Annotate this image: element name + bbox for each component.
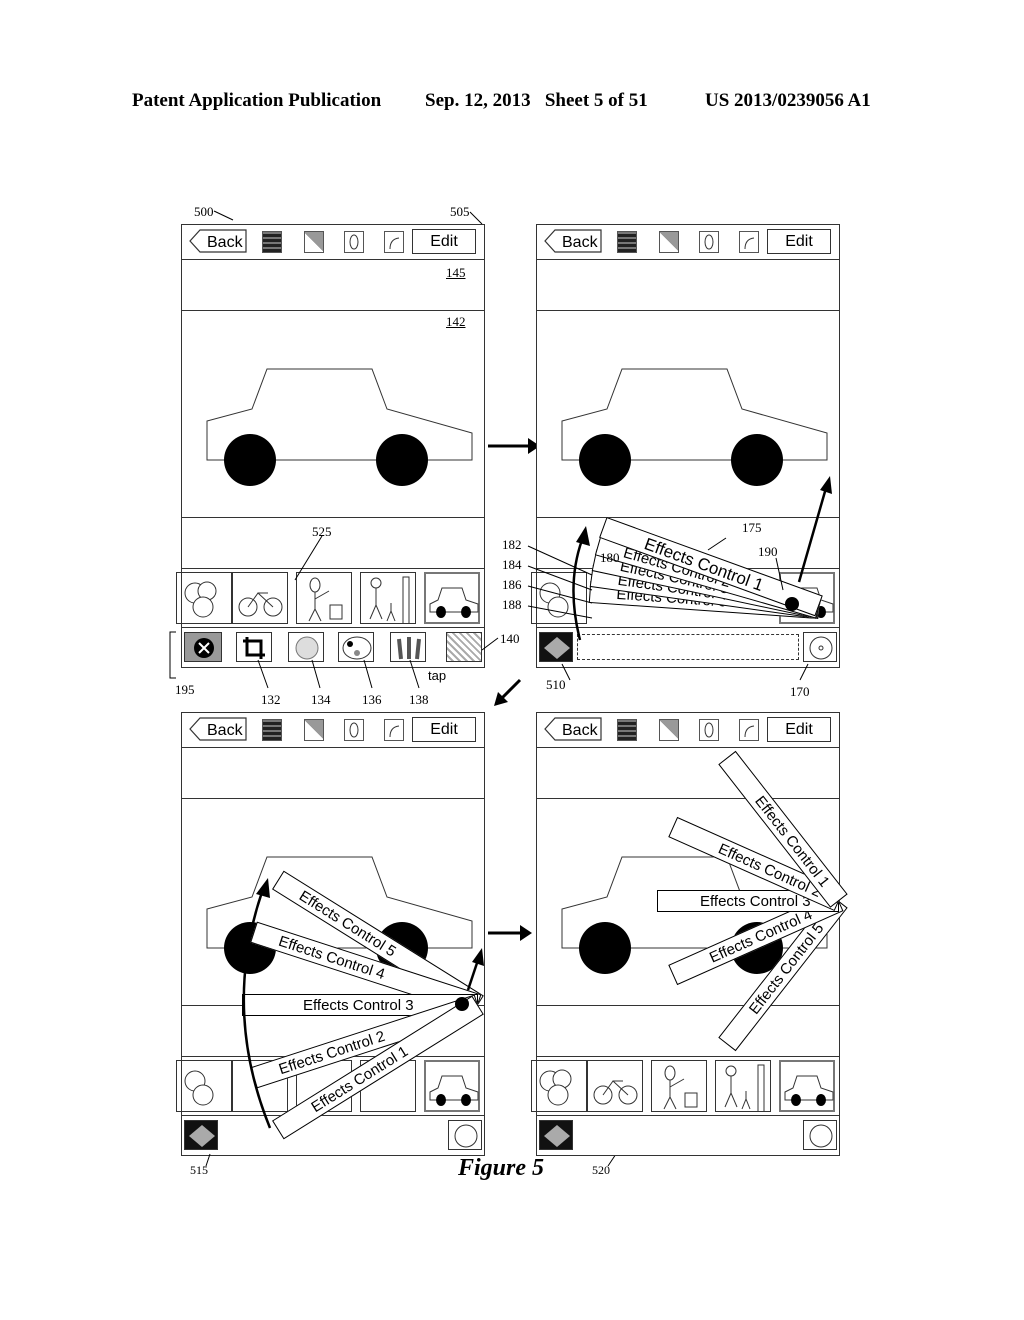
settings-dial-icon[interactable] xyxy=(803,1120,837,1150)
tools-bar xyxy=(537,1117,839,1151)
top-toolbar: Back Edit xyxy=(537,713,839,748)
ref-520: 520 xyxy=(592,1163,610,1177)
thumbnail-bicycle[interactable] xyxy=(587,1060,643,1112)
thumbnail-strip xyxy=(531,1057,839,1116)
back-button[interactable]: Back xyxy=(544,717,602,741)
thumbnail-car-selected[interactable] xyxy=(779,1060,835,1112)
compare-icon[interactable] xyxy=(659,719,679,741)
ref-515: 515 xyxy=(190,1163,208,1177)
blank-area xyxy=(537,1006,839,1057)
info-area xyxy=(537,748,839,799)
pivot-handle xyxy=(455,997,469,1011)
device-panel-520: Back Edit Effects Control 5 Effects Cont… xyxy=(531,712,848,1156)
thumbnail-person[interactable] xyxy=(651,1060,707,1112)
effects-tool-active-icon[interactable] xyxy=(539,1120,573,1150)
panel-515-annotations xyxy=(205,878,617,1167)
info-icon[interactable] xyxy=(699,719,719,741)
grid-view-icon[interactable] xyxy=(617,719,637,741)
thumbnail-family[interactable] xyxy=(715,1060,771,1112)
rotate-icon[interactable] xyxy=(739,719,759,741)
edit-button[interactable]: Edit xyxy=(767,717,831,742)
back-label: Back xyxy=(562,722,599,739)
figure-caption: Figure 5 xyxy=(458,1155,545,1181)
thumbnail-clouds[interactable] xyxy=(531,1060,587,1112)
